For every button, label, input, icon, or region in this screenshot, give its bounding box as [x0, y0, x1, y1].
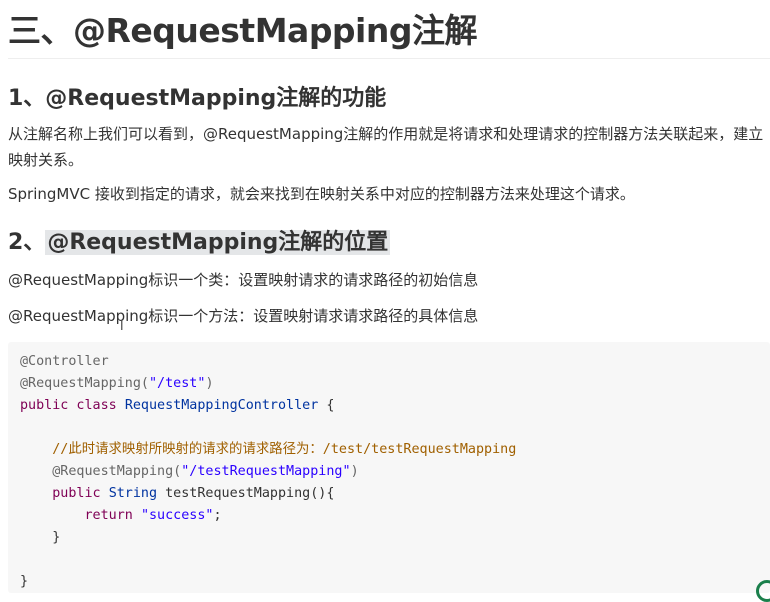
code-punct: {: [318, 398, 335, 413]
code-annotation: @RequestMapping(: [20, 464, 182, 479]
code-line-1: @Controller: [20, 354, 109, 369]
code-line-3: public class RequestMappingController {: [20, 395, 770, 417]
code-keyword: public: [20, 486, 109, 501]
title-divider: [8, 58, 770, 59]
section1-paragraph2: SpringMVC 接收到指定的请求，就会来找到在映射关系中对应的控制器方法来处…: [8, 185, 635, 203]
code-line-5: //此时请求映射所映射的请求的请求路径为：/test/testRequestMa…: [20, 442, 517, 457]
code-line-11: }: [20, 574, 29, 589]
text-cursor-icon: I: [120, 319, 124, 333]
code-block: @Controller @RequestMapping("/test") pub…: [8, 342, 770, 593]
section1-paragraph1: 从注解名称上我们可以看到，@RequestMapping注解的作用就是将请求和处…: [8, 125, 764, 169]
section2-paragraph1: @RequestMapping标识一个类：设置映射请求的请求路径的初始信息: [8, 271, 479, 289]
code-string: "success": [140, 508, 214, 523]
code-type: RequestMappingController: [124, 398, 319, 413]
section1-heading: 1、@RequestMapping注解的功能: [8, 86, 387, 111]
code-line-6: @RequestMapping("/testRequestMapping"): [20, 461, 770, 483]
code-line-2: @RequestMapping("/test"): [20, 373, 770, 395]
code-string: "/testRequestMapping": [181, 464, 351, 479]
corner-refresh-icon[interactable]: [756, 580, 770, 602]
code-line-8: return "success";: [20, 505, 770, 527]
code-string: "/test": [149, 376, 206, 391]
code-keyword: public class: [20, 398, 125, 413]
code-punct: ): [350, 464, 359, 479]
section2-heading-prefix: 2、: [8, 230, 46, 255]
code-punct: ): [205, 376, 214, 391]
code-method: testRequestMapping(){: [157, 486, 335, 501]
code-line-9: }: [20, 530, 61, 545]
code-punct: ;: [213, 508, 222, 523]
code-keyword: return: [20, 508, 141, 523]
code-type: String: [108, 486, 158, 501]
section2-heading: 2、@RequestMapping注解的位置: [8, 224, 391, 256]
code-annotation: @RequestMapping(: [20, 376, 149, 391]
code-line-7: public String testRequestMapping(){: [20, 483, 770, 505]
section2-heading-highlight: @RequestMapping注解的位置: [45, 230, 391, 255]
page-title: 三、@RequestMapping注解: [8, 11, 477, 50]
